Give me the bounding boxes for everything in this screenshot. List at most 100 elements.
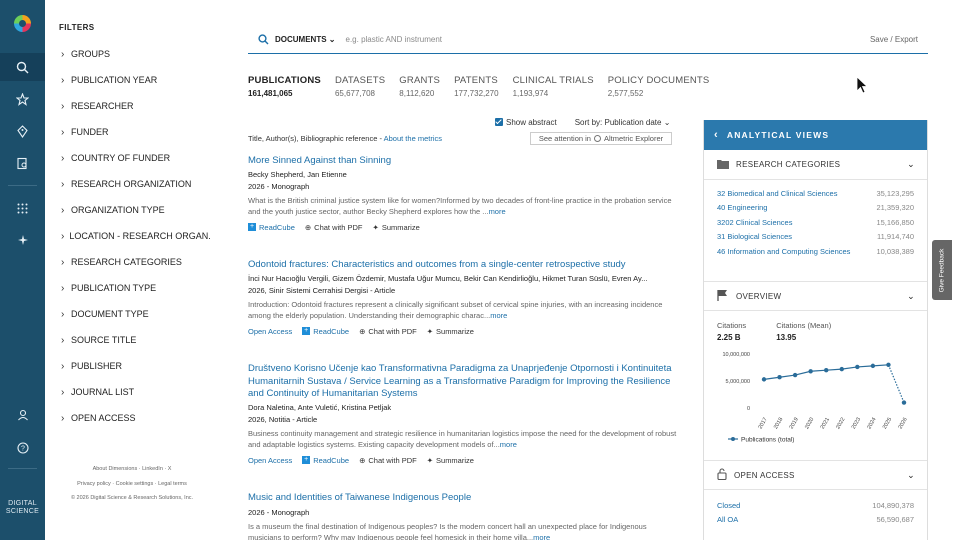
- open-access-row[interactable]: Closed 104,890,378: [704, 498, 927, 513]
- filter-item[interactable]: › PUBLISHER: [61, 359, 211, 373]
- search-icon[interactable]: [0, 53, 45, 81]
- open-access-header[interactable]: OPEN ACCESS ⌄: [704, 460, 927, 490]
- tab-grants[interactable]: GRANTS 8,112,620: [399, 75, 440, 98]
- tab-datasets[interactable]: DATASETS 65,677,708: [335, 75, 385, 98]
- more-link[interactable]: more: [490, 311, 507, 320]
- chat-with-pdf-button[interactable]: ⊕ Chat with PDF: [305, 223, 363, 232]
- summarize-button[interactable]: ✦ Summarize: [427, 327, 474, 336]
- search-icon[interactable]: [258, 34, 269, 45]
- filter-item[interactable]: › JOURNAL LIST: [61, 385, 211, 399]
- search-input[interactable]: e.g. plastic AND instrument: [346, 35, 442, 44]
- category-row[interactable]: 46 Information and Computing Sciences 10,…: [704, 244, 927, 259]
- filter-item[interactable]: › DOCUMENT TYPE: [61, 307, 211, 321]
- dimensions-logo-icon[interactable]: [14, 15, 31, 32]
- filter-item[interactable]: › SOURCE TITLE: [61, 333, 211, 347]
- result-title-link[interactable]: Odontoid fractures: Characteristics and …: [248, 259, 678, 272]
- result-authors: Dora Naletina, Ante Vuletić, Kristina Pe…: [248, 402, 392, 412]
- filter-item[interactable]: › FUNDER: [61, 125, 211, 139]
- grid-icon[interactable]: [0, 194, 45, 222]
- document-search-icon[interactable]: [0, 149, 45, 177]
- filter-item[interactable]: › GROUPS: [61, 47, 211, 61]
- data-point: [761, 377, 767, 382]
- search-scope-select[interactable]: DOCUMENTS ⌄: [275, 35, 336, 44]
- chevron-right-icon: ›: [61, 308, 65, 320]
- result-title-link[interactable]: Društveno Korisno Učenje kao Transformat…: [248, 363, 678, 401]
- category-name[interactable]: 40 Engineering: [717, 203, 767, 212]
- about-metrics-link[interactable]: About the metrics: [384, 134, 442, 143]
- filter-item[interactable]: › PUBLICATION TYPE: [61, 281, 211, 295]
- x-tick-label: 2022: [835, 417, 846, 431]
- category-name[interactable]: 31 Biological Sciences: [717, 232, 792, 241]
- result-title-link[interactable]: Music and Identities of Taiwanese Indige…: [248, 492, 678, 505]
- sort-select[interactable]: Sort by: Publication date ⌄: [575, 118, 671, 127]
- result-item: Društveno Korisno Učenje kao Transformat…: [248, 363, 678, 465]
- user-icon[interactable]: [0, 401, 45, 429]
- attention-label: See attention in: [538, 134, 591, 143]
- give-feedback-tab[interactable]: Give Feedback: [932, 240, 952, 300]
- more-link[interactable]: more: [533, 533, 550, 540]
- result-title-link[interactable]: More Sinned Against than Sinning: [248, 155, 678, 168]
- readcube-button[interactable]: + ReadCube: [302, 327, 349, 336]
- readcube-button[interactable]: + ReadCube: [302, 456, 349, 465]
- category-row[interactable]: 3202 Clinical Sciences 15,166,850: [704, 215, 927, 230]
- x-tick-label: 2017: [757, 417, 768, 431]
- x-tick-label: 2026: [897, 417, 908, 431]
- tab-clinical-trials[interactable]: CLINICAL TRIALS 1,193,974: [513, 75, 594, 98]
- section-title: OVERVIEW: [736, 291, 782, 301]
- chevron-down-icon[interactable]: ⌄: [907, 470, 915, 481]
- result-type-tabs: PUBLICATIONS 161,481,065 DATASETS 65,677,70…: [248, 75, 723, 98]
- more-link[interactable]: more: [500, 440, 517, 449]
- filter-label: ORGANIZATION TYPE: [71, 205, 165, 215]
- chevron-down-icon[interactable]: ⌄: [907, 291, 915, 302]
- category-name[interactable]: 46 Information and Computing Sciences: [717, 247, 850, 256]
- result-source: 2026, Notitia - Article: [248, 414, 318, 424]
- show-abstract-checkbox[interactable]: Show abstract: [495, 118, 557, 127]
- chevron-left-icon[interactable]: ‹: [714, 129, 719, 141]
- chevron-down-icon[interactable]: ⌄: [907, 159, 915, 170]
- filter-item[interactable]: › OPEN ACCESS: [61, 411, 211, 425]
- tab-policy-documents[interactable]: POLICY DOCUMENTS 2,577,552: [608, 75, 710, 98]
- category-name[interactable]: 32 Biomedical and Clinical Sciences: [717, 189, 837, 198]
- research-categories-header[interactable]: RESEARCH CATEGORIES ⌄: [704, 150, 927, 180]
- open-access-link[interactable]: Open Access: [248, 327, 292, 336]
- category-row[interactable]: 40 Engineering 21,359,320: [704, 201, 927, 216]
- more-link[interactable]: more: [489, 207, 506, 216]
- chat-icon: ⊕: [359, 455, 366, 465]
- filter-item[interactable]: › COUNTRY OF FUNDER: [61, 151, 211, 165]
- open-access-row[interactable]: All OA 56,590,687: [704, 513, 927, 528]
- citations-label: Citations: [717, 321, 747, 330]
- sparkle-icon[interactable]: [0, 226, 45, 254]
- star-icon[interactable]: [0, 85, 45, 113]
- save-export-button[interactable]: Save / Export: [870, 35, 918, 44]
- chevron-right-icon: ›: [61, 360, 65, 372]
- filter-item[interactable]: › RESEARCH CATEGORIES: [61, 255, 211, 269]
- section-title: RESEARCH CATEGORIES: [736, 160, 841, 169]
- category-row[interactable]: 31 Biological Sciences 11,914,740: [704, 230, 927, 245]
- folder-icon: [717, 159, 729, 171]
- filter-label: COUNTRY OF FUNDER: [71, 153, 171, 163]
- filter-item[interactable]: › ORGANIZATION TYPE: [61, 203, 211, 217]
- oa-name[interactable]: Closed: [717, 501, 740, 510]
- analytical-views-header[interactable]: ‹ ANALYTICAL VIEWS: [704, 120, 927, 150]
- summarize-button[interactable]: ✦ Summarize: [373, 223, 420, 232]
- summarize-button[interactable]: ✦ Summarize: [427, 456, 474, 465]
- category-row[interactable]: 32 Biomedical and Clinical Sciences 35,12…: [704, 186, 927, 201]
- chat-with-pdf-button[interactable]: ⊕ Chat with PDF: [359, 456, 417, 465]
- tab-publications[interactable]: PUBLICATIONS 161,481,065: [248, 75, 321, 98]
- filter-item[interactable]: › PUBLICATION YEAR: [61, 73, 211, 87]
- chat-with-pdf-button[interactable]: ⊕ Chat with PDF: [359, 327, 417, 336]
- overview-header[interactable]: OVERVIEW ⌄: [704, 281, 927, 311]
- footer-links[interactable]: About Dimensions · LinkedIn · X: [52, 466, 212, 472]
- footer-legal[interactable]: Privacy policy · Cookie settings · Legal…: [52, 481, 212, 487]
- filter-item[interactable]: › RESEARCHER: [61, 99, 211, 113]
- open-access-link[interactable]: Open Access: [248, 456, 292, 465]
- category-name[interactable]: 3202 Clinical Sciences: [717, 218, 792, 227]
- tag-icon[interactable]: [0, 117, 45, 145]
- readcube-button[interactable]: + ReadCube: [248, 223, 295, 232]
- filter-item[interactable]: › LOCATION - RESEARCH ORGAN...: [61, 229, 211, 243]
- oa-name[interactable]: All OA: [717, 515, 738, 524]
- altmetric-button[interactable]: See attention in Altmetric Explorer: [530, 132, 672, 145]
- help-icon[interactable]: ?: [0, 434, 45, 462]
- tab-patents[interactable]: PATENTS 177,732,270: [454, 75, 499, 98]
- filter-item[interactable]: › RESEARCH ORGANIZATION: [61, 177, 211, 191]
